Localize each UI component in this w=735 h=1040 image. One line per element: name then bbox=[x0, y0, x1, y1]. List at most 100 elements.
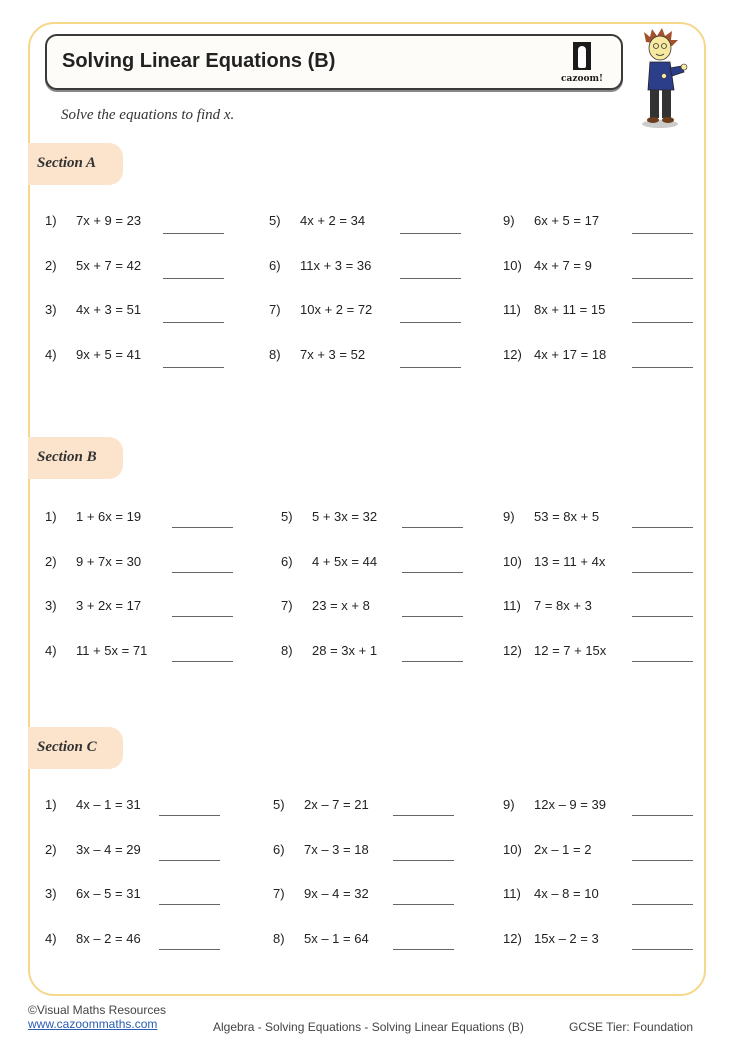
answer-line[interactable] bbox=[632, 904, 693, 905]
answer-line[interactable] bbox=[172, 527, 233, 528]
question: 8) 7x + 3 = 52 bbox=[269, 347, 365, 362]
question: 11) 7 = 8x + 3 bbox=[503, 598, 592, 613]
section-label: Section A bbox=[37, 155, 97, 171]
answer-line[interactable] bbox=[402, 660, 463, 662]
cazoom-logo: cazoom! bbox=[557, 42, 607, 84]
instructions: Solve the equations to find x. bbox=[61, 107, 235, 123]
question: 4) 11 + 5x = 71 bbox=[45, 643, 147, 658]
question: 2) 9 + 7x = 30 bbox=[45, 554, 141, 569]
question: 3) 6x – 5 = 31 bbox=[45, 886, 141, 901]
equation: 9 + 7x = 30 bbox=[76, 553, 142, 569]
page-title: Solving Linear Equations (B) bbox=[62, 50, 336, 72]
question: 9) 12x – 9 = 39 bbox=[503, 797, 606, 812]
answer-line[interactable] bbox=[632, 322, 693, 323]
question-number: 6) bbox=[269, 257, 281, 273]
question-number: 4) bbox=[45, 642, 57, 658]
answer-line[interactable] bbox=[402, 571, 463, 573]
question-number: 6) bbox=[273, 841, 285, 857]
answer-line[interactable] bbox=[632, 366, 693, 368]
equation: 5 + 3x = 32 bbox=[312, 509, 378, 524]
equation: 10x + 2 = 72 bbox=[300, 302, 373, 317]
answer-line[interactable] bbox=[400, 322, 461, 323]
equation: 7x – 3 = 18 bbox=[304, 841, 369, 857]
question-number: 7) bbox=[269, 302, 281, 317]
question: 3) 3 + 2x = 17 bbox=[45, 598, 141, 613]
answer-line[interactable] bbox=[632, 616, 693, 617]
equation: 6x + 5 = 17 bbox=[534, 213, 600, 228]
equation: 1 + 6x = 19 bbox=[76, 509, 142, 524]
question: 9) 53 = 8x + 5 bbox=[503, 509, 599, 524]
question: 4) 9x + 5 = 41 bbox=[45, 347, 141, 362]
question: 3) 4x + 3 = 51 bbox=[45, 302, 141, 317]
question-number: 5) bbox=[281, 509, 293, 524]
answer-line[interactable] bbox=[172, 616, 233, 617]
equation: 4 + 5x = 44 bbox=[312, 553, 378, 569]
answer-line[interactable] bbox=[402, 616, 463, 617]
question: 4) 8x – 2 = 46 bbox=[45, 931, 141, 946]
question: 5) 2x – 7 = 21 bbox=[273, 797, 369, 812]
equation: 11 + 5x = 71 bbox=[76, 642, 148, 658]
answer-line[interactable] bbox=[159, 859, 220, 861]
question-number: 3) bbox=[45, 302, 57, 317]
answer-line[interactable] bbox=[632, 815, 693, 816]
answer-line[interactable] bbox=[402, 527, 463, 528]
answer-line[interactable] bbox=[172, 571, 233, 573]
question: 5) 5 + 3x = 32 bbox=[281, 509, 377, 524]
question: 1) 4x – 1 = 31 bbox=[45, 797, 141, 812]
question-number: 1) bbox=[45, 797, 57, 812]
answer-line[interactable] bbox=[393, 948, 454, 950]
question-number: 2) bbox=[45, 553, 57, 569]
answer-line[interactable] bbox=[400, 277, 461, 279]
website-link[interactable]: www.cazoommaths.com bbox=[28, 1017, 157, 1031]
equation: 8x + 11 = 15 bbox=[534, 302, 606, 317]
question: 9) 6x + 5 = 17 bbox=[503, 213, 599, 228]
answer-line[interactable] bbox=[632, 233, 693, 234]
equation: 7x + 3 = 52 bbox=[300, 346, 366, 362]
question: 1) 1 + 6x = 19 bbox=[45, 509, 141, 524]
answer-line[interactable] bbox=[163, 233, 224, 234]
answer-line[interactable] bbox=[393, 859, 454, 861]
equation: 12x – 9 = 39 bbox=[534, 797, 606, 812]
answer-line[interactable] bbox=[632, 277, 693, 279]
equation: 9x + 5 = 41 bbox=[76, 346, 142, 362]
answer-line[interactable] bbox=[163, 366, 224, 368]
answer-line[interactable] bbox=[632, 571, 693, 573]
equation: 7 = 8x + 3 bbox=[534, 598, 592, 613]
answer-line[interactable] bbox=[159, 815, 220, 816]
question-number: 5) bbox=[273, 797, 285, 812]
question: 1) 7x + 9 = 23 bbox=[45, 213, 141, 228]
question: 8) 5x – 1 = 64 bbox=[273, 931, 369, 946]
equation: 4x + 17 = 18 bbox=[534, 346, 607, 362]
answer-line[interactable] bbox=[159, 904, 220, 905]
mascot-illustration-icon bbox=[642, 28, 688, 128]
question-number: 3) bbox=[45, 886, 57, 901]
answer-line[interactable] bbox=[163, 322, 224, 323]
answer-line[interactable] bbox=[163, 277, 224, 279]
equation: 15x – 2 = 3 bbox=[534, 930, 599, 946]
equation: 8x – 2 = 46 bbox=[76, 930, 141, 946]
equation: 6x – 5 = 31 bbox=[76, 886, 141, 901]
question-number: 1) bbox=[45, 509, 57, 524]
question-number: 11) bbox=[503, 886, 521, 901]
equation: 2x – 1 = 2 bbox=[534, 841, 592, 857]
question-number: 2) bbox=[45, 257, 57, 273]
answer-line[interactable] bbox=[400, 366, 461, 368]
logo-icon bbox=[573, 42, 591, 70]
question: 12) 12 = 7 + 15x bbox=[503, 643, 606, 658]
equation: 5x + 7 = 42 bbox=[76, 257, 142, 273]
answer-line[interactable] bbox=[400, 233, 461, 234]
question: 5) 4x + 2 = 34 bbox=[269, 213, 365, 228]
question-number: 4) bbox=[45, 930, 57, 946]
answer-line[interactable] bbox=[393, 904, 454, 905]
answer-line[interactable] bbox=[632, 527, 693, 528]
answer-line[interactable] bbox=[632, 660, 693, 662]
answer-line[interactable] bbox=[172, 660, 233, 662]
question: 12) 15x – 2 = 3 bbox=[503, 931, 599, 946]
answer-line[interactable] bbox=[159, 948, 220, 950]
equation: 13 = 11 + 4x bbox=[534, 553, 606, 569]
equation: 7x + 9 = 23 bbox=[76, 213, 142, 228]
equation: 12 = 7 + 15x bbox=[534, 642, 607, 658]
answer-line[interactable] bbox=[393, 815, 454, 816]
answer-line[interactable] bbox=[632, 948, 693, 950]
answer-line[interactable] bbox=[632, 859, 693, 861]
